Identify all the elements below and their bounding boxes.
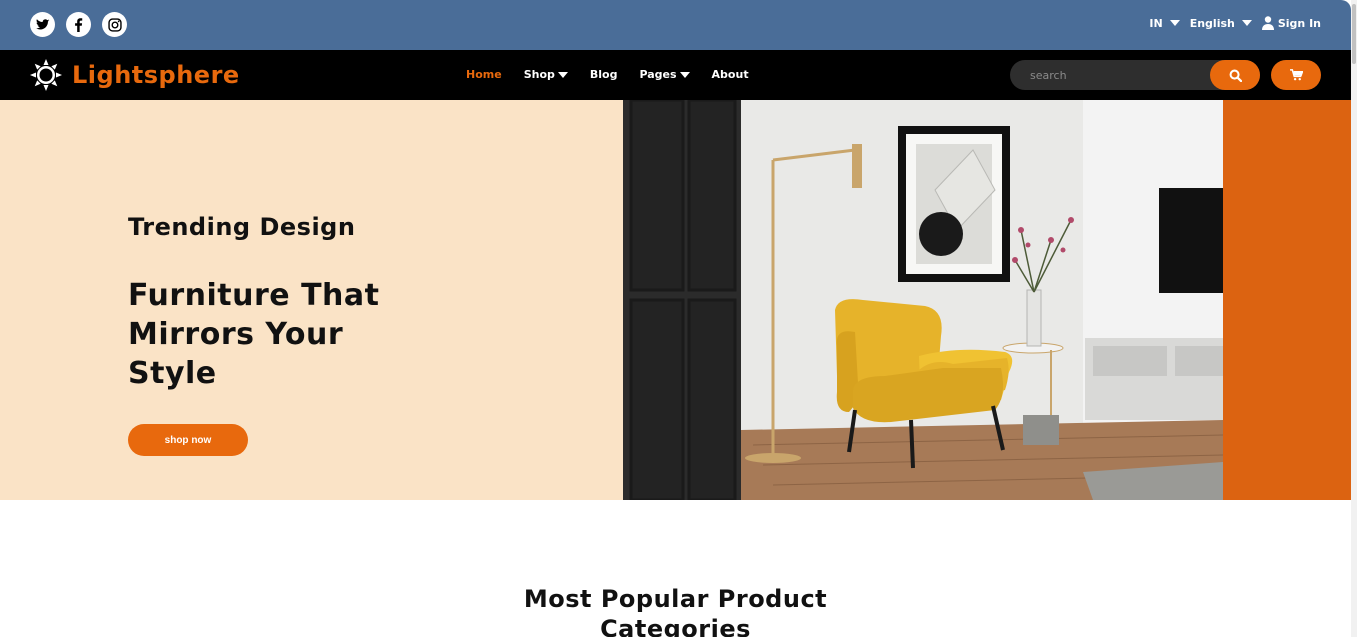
facebook-icon[interactable]	[66, 12, 91, 37]
nav-shop-label: Shop	[523, 68, 555, 81]
nav-blog[interactable]: Blog	[590, 68, 618, 81]
sun-logo-icon	[30, 59, 62, 91]
chevron-down-icon	[557, 71, 568, 78]
nav-shop[interactable]: Shop	[524, 68, 568, 81]
chevron-down-icon	[679, 71, 690, 78]
language-label: English	[1189, 16, 1235, 30]
hero-text-panel: Trending Design Furniture That Mirrors Y…	[0, 100, 623, 500]
signin-label: Sign In	[1277, 16, 1321, 30]
hero-title-line: Furniture That	[128, 278, 380, 313]
social-links	[30, 12, 127, 37]
user-icon	[1261, 16, 1274, 30]
nav-home-label: Home	[466, 68, 502, 81]
section-title-line: Most Popular Product	[523, 585, 828, 613]
nav-about-label: About	[711, 68, 749, 81]
nav-home[interactable]: Home	[466, 68, 502, 81]
shop-now-button[interactable]: shop now	[128, 424, 248, 456]
section-title-line: Categories	[600, 615, 751, 637]
search-button[interactable]	[1210, 60, 1260, 90]
region-dropdown[interactable]: IN	[1149, 16, 1180, 30]
language-dropdown[interactable]: English	[1190, 17, 1252, 30]
cart-icon	[1289, 69, 1303, 81]
scrollbar-thumb[interactable]	[1352, 4, 1356, 64]
nav-about[interactable]: About	[712, 68, 749, 81]
search-icon	[1229, 69, 1242, 82]
main-navbar: Lightsphere Home Shop Blog Pages About	[0, 50, 1351, 100]
hero-image	[623, 100, 1223, 500]
hero-subtitle: Trending Design	[128, 213, 356, 241]
page-scrollbar[interactable]	[1351, 0, 1357, 637]
nav-blog-label: Blog	[589, 68, 618, 81]
hero-title-line: Mirrors Your	[128, 317, 344, 352]
top-bar: IN English Sign In	[0, 0, 1351, 50]
nav-pages-label: Pages	[639, 68, 677, 81]
instagram-icon[interactable]	[102, 12, 127, 37]
section-title: Most Popular Product Categories	[0, 584, 1351, 637]
chevron-down-icon	[1241, 20, 1252, 26]
twitter-icon[interactable]	[30, 12, 55, 37]
chevron-down-icon	[1169, 20, 1180, 26]
main-menu: Home Shop Blog Pages About	[466, 68, 749, 81]
search-input[interactable]	[1030, 60, 1200, 90]
hero-title-line: Style	[128, 356, 217, 391]
hero-section: Trending Design Furniture That Mirrors Y…	[0, 100, 1351, 500]
hero-accent-panel	[1223, 100, 1351, 500]
nav-pages[interactable]: Pages	[639, 68, 690, 81]
hero-title: Furniture That Mirrors Your Style	[128, 276, 428, 393]
search-box	[1010, 60, 1260, 90]
logo[interactable]: Lightsphere	[30, 59, 240, 91]
top-right-controls: IN English Sign In	[1149, 16, 1321, 30]
brand-name: Lightsphere	[72, 61, 240, 89]
signin-link[interactable]: Sign In	[1261, 16, 1321, 30]
region-label: IN	[1149, 16, 1163, 30]
cart-button[interactable]	[1271, 60, 1321, 90]
